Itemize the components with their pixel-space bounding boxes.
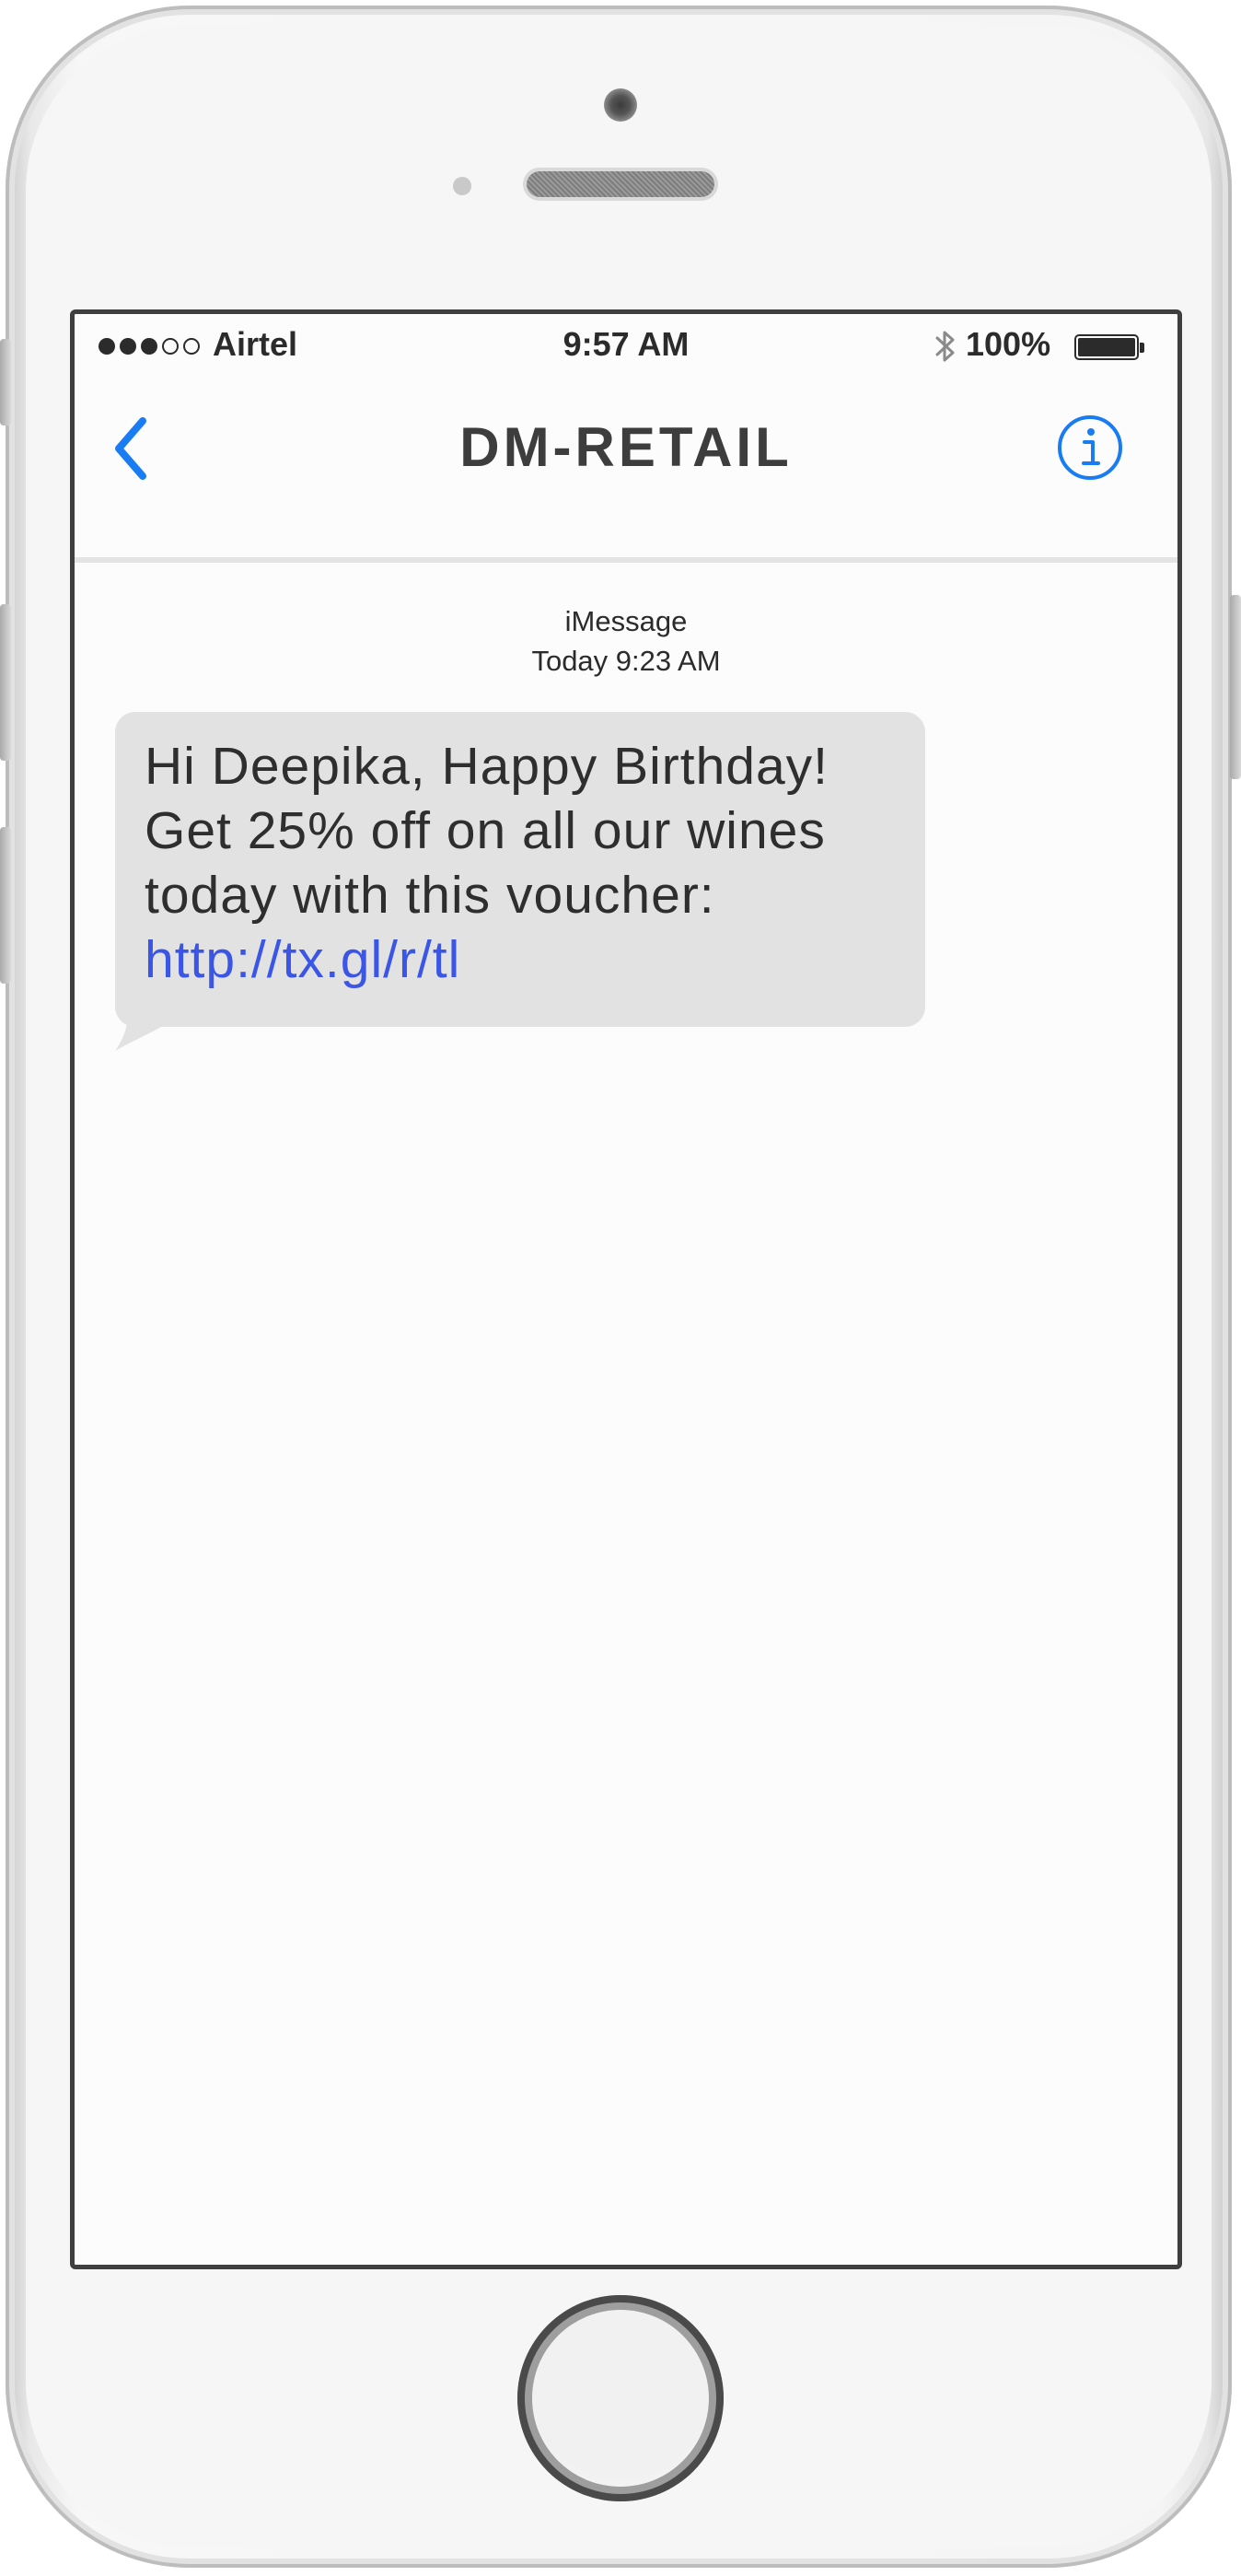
bluetooth-icon [935,331,955,362]
message-meta: iMessage Today 9:23 AM [75,601,1177,681]
message-text-line: Get 25% off on all our wines [145,801,826,860]
volume-up-button [0,604,11,761]
battery-fill [1078,338,1135,356]
conversation-title: DM-RETAIL [459,416,793,478]
incoming-message-bubble[interactable]: Hi Deepika, Happy Birthday! Get 25% off … [115,712,925,1027]
service-label: iMessage [564,605,688,637]
phone-screen: Airtel 9:57 AM 100% DM-RETAIL iMessage T… [70,309,1182,2269]
info-icon [1058,415,1122,480]
message-text-line: Hi Deepika, Happy Birthday! [145,737,829,796]
proximity-sensor [453,177,471,195]
mute-switch [0,339,11,425]
home-button[interactable] [517,2295,724,2501]
voucher-link[interactable]: http://tx.gl/r/tl [145,930,460,989]
status-bar: Airtel 9:57 AM 100% [75,314,1177,379]
info-button[interactable] [1056,414,1124,482]
battery-icon [1074,334,1144,360]
front-camera [604,88,637,122]
power-button [1230,595,1241,779]
volume-down-button [0,827,11,984]
battery-nub [1140,343,1144,353]
earpiece-speaker [527,171,714,197]
message-timestamp: Today 9:23 AM [531,645,721,677]
battery-percentage: 100% [966,325,1051,363]
message-text-line: today with this voucher: [145,866,715,925]
navigation-bar: DM-RETAIL [75,379,1177,563]
